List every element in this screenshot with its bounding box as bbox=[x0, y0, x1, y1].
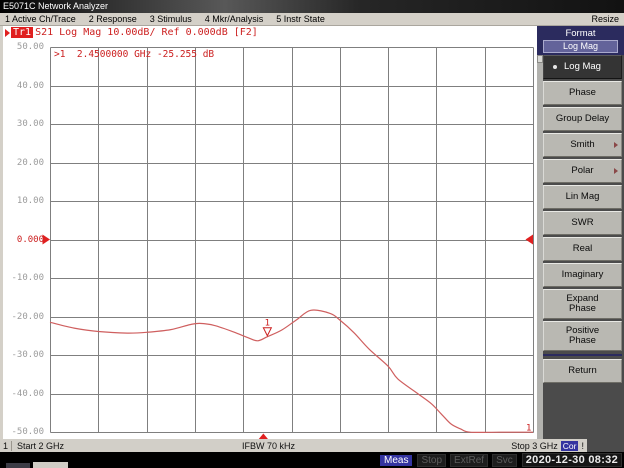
softkey-list: Log Mag Phase Group Delay Smith Polar Lin Mag… bbox=[543, 55, 622, 383]
menu-item-3[interactable]: 3 Stimulus bbox=[150, 14, 192, 24]
softkey-lin-mag[interactable]: Lin Mag bbox=[543, 185, 622, 209]
menu-items: 1 Active Ch/Trace 2 Response 3 Stimulus 4 M… bbox=[5, 14, 325, 24]
menu-item-4[interactable]: 4 Mkr/Analysis bbox=[205, 14, 264, 24]
status-item-stop: Stop bbox=[417, 453, 447, 467]
stop-frequency-group: Stop 3 GHz Cor ! bbox=[511, 440, 587, 451]
y-axis-tick-label: -30.00 bbox=[11, 350, 44, 360]
softkey-menu-header: Format Log Mag bbox=[537, 26, 624, 55]
softkey-log-mag[interactable]: Log Mag bbox=[543, 55, 622, 79]
softkey-real[interactable]: Real bbox=[543, 237, 622, 261]
meas-status-badge: Meas bbox=[380, 454, 413, 466]
menu-bar: 1 Active Ch/Trace 2 Response 3 Stimulus 4 M… bbox=[0, 13, 624, 26]
softkey-smith[interactable]: Smith bbox=[543, 133, 622, 157]
softkey-divider bbox=[543, 354, 622, 356]
plot-area bbox=[3, 26, 537, 439]
softkey-imaginary[interactable]: Imaginary bbox=[543, 263, 622, 287]
y-axis-tick-label: 40.00 bbox=[16, 80, 44, 91]
softkey-swr[interactable]: SWR bbox=[543, 211, 622, 235]
softkey-return[interactable]: Return bbox=[543, 359, 622, 383]
softkey-positive-phase[interactable]: Positive Phase bbox=[543, 321, 622, 351]
taskbar-fragment-dark[interactable] bbox=[6, 463, 30, 468]
datetime-display: 2020-12-30 08:32 bbox=[521, 453, 622, 467]
correction-badge: Cor bbox=[560, 440, 579, 451]
trace-status-line[interactable]: Tr1 S21 Log Mag 10.00dB/ Ref 0.000dB [F2… bbox=[5, 27, 258, 38]
y-axis-tick-label: -40.00 bbox=[11, 388, 44, 399]
softkey-phase[interactable]: Phase bbox=[543, 81, 622, 105]
softkey-menu: Format Log Mag Log Mag Phase Group Delay Sm… bbox=[537, 26, 624, 452]
menu-item-5[interactable]: 5 Instr State bbox=[276, 14, 325, 24]
active-trace-pointer-icon bbox=[5, 28, 10, 37]
instrument-status-bar: Meas Stop ExtRef Svc 2020-12-30 08:32 bbox=[0, 452, 624, 468]
y-axis-tick-label: 50.00 bbox=[16, 42, 44, 52]
softkey-group-delay[interactable]: Group Delay bbox=[543, 107, 622, 131]
softkey-selected-value: Log Mag bbox=[543, 40, 618, 53]
y-axis-tick-label: 20.00 bbox=[16, 157, 44, 168]
softkey-menu-title: Format bbox=[565, 28, 596, 39]
softkey-polar[interactable]: Polar bbox=[543, 159, 622, 183]
trace-status-text: S21 Log Mag 10.00dB/ Ref 0.000dB [F2] bbox=[35, 27, 258, 38]
channel-number: 1 bbox=[0, 440, 13, 451]
status-item-svc: Svc bbox=[492, 453, 517, 467]
inactive-status-items: Stop ExtRef Svc bbox=[417, 453, 517, 467]
warning-indicator: ! bbox=[581, 440, 584, 451]
menu-item-1[interactable]: 1 Active Ch/Trace bbox=[5, 14, 76, 24]
status-item-extref: ExtRef bbox=[450, 453, 489, 467]
instrument-screen: E5071C Network Analyzer 1 Active Ch/Trac… bbox=[0, 0, 624, 468]
ifbw-label: IFBW 70 kHz bbox=[242, 440, 296, 451]
menu-item-2[interactable]: 2 Response bbox=[89, 14, 137, 24]
y-axis-tick-label: -10.00 bbox=[11, 273, 44, 283]
y-axis-tick-label: -20.00 bbox=[11, 311, 44, 322]
window-titlebar: E5071C Network Analyzer bbox=[0, 0, 624, 13]
taskbar-fragment-light[interactable] bbox=[33, 462, 68, 468]
start-frequency-label: Start 2 GHz bbox=[17, 440, 65, 451]
resize-button[interactable]: Resize bbox=[591, 14, 619, 24]
reference-level-label: 0.000 bbox=[16, 234, 44, 245]
channel-status-bar: 1 Start 2 GHz IFBW 70 kHz Stop 3 GHz Cor… bbox=[0, 439, 587, 452]
marker-readout: >1 2.4500000 GHz -25.255 dB bbox=[54, 49, 215, 60]
trace-number-badge: Tr1 bbox=[11, 27, 34, 38]
window-title: E5071C Network Analyzer bbox=[3, 1, 109, 11]
y-axis-tick-label: 30.00 bbox=[16, 119, 44, 129]
softkey-expand-phase[interactable]: Expand Phase bbox=[543, 289, 622, 319]
stop-frequency-label: Stop 3 GHz bbox=[511, 440, 558, 451]
y-axis-tick-label: 10.00 bbox=[16, 196, 44, 206]
y-axis-tick-label: -50.00 bbox=[11, 427, 44, 437]
